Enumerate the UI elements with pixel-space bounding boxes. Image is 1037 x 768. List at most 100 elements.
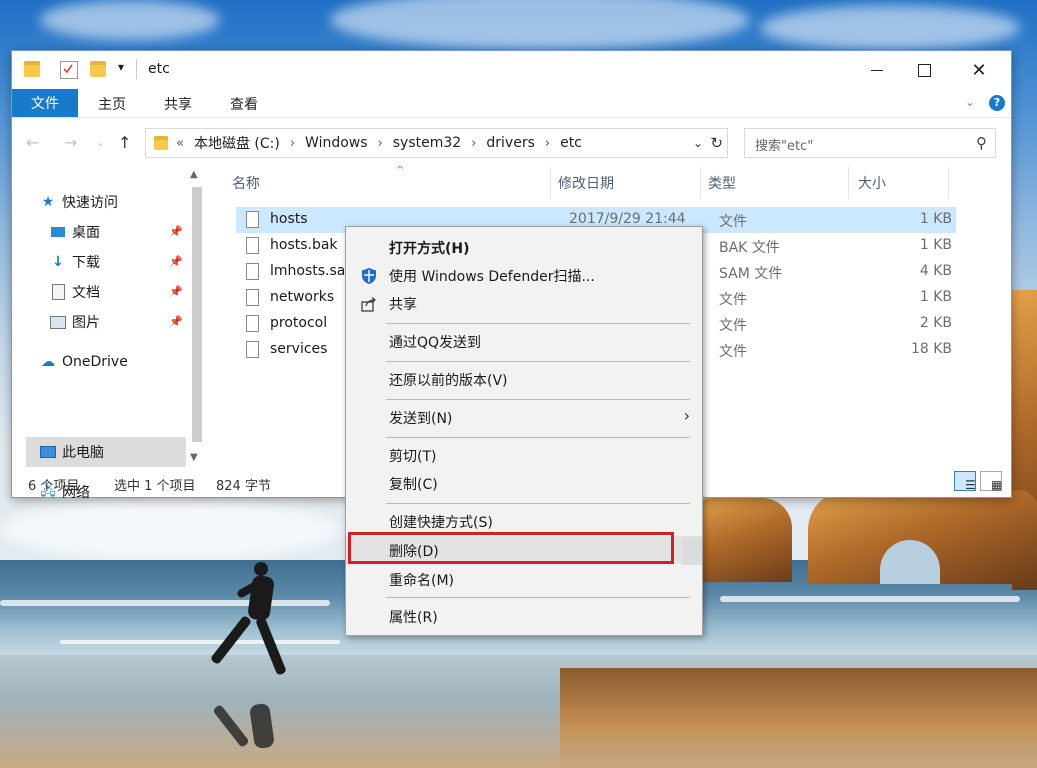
file-type: 文件 — [719, 292, 747, 308]
breadcrumb-separator[interactable]: › — [378, 136, 383, 151]
quick-access-toolbar-dropdown[interactable]: ▾ — [118, 60, 124, 74]
column-divider[interactable] — [848, 167, 849, 199]
file-icon — [246, 341, 259, 358]
column-header-type[interactable]: 类型 — [708, 173, 736, 193]
minimize-button[interactable] — [854, 55, 900, 85]
file-type: 文件 — [719, 318, 747, 334]
file-size: 1 KB — [919, 289, 952, 305]
scroll-up-icon[interactable]: ▲ — [190, 169, 198, 180]
file-size: 2 KB — [919, 315, 952, 331]
file-icon — [246, 237, 259, 254]
help-icon[interactable]: ? — [989, 95, 1005, 111]
scrollbar-thumb[interactable] — [192, 187, 202, 442]
address-bar[interactable]: « 本地磁盘 (C:) › Windows › system32 › drive… — [145, 128, 728, 158]
tab-view[interactable]: 查看 — [230, 94, 258, 114]
menu-item-send-via-qq[interactable]: 通过QQ发送到 — [346, 327, 702, 355]
breadcrumb-separator[interactable]: › — [471, 136, 476, 151]
column-divider[interactable] — [550, 167, 551, 199]
menu-item-restore-previous-versions[interactable]: 还原以前的版本(V) — [346, 365, 702, 393]
pin-icon[interactable]: 📌 — [169, 255, 183, 268]
breadcrumb-local-disk[interactable]: 本地磁盘 (C:) — [194, 133, 280, 153]
tab-file[interactable]: 文件 — [12, 89, 78, 117]
menu-item-label: 重命名(M) — [389, 573, 455, 589]
file-size: 18 KB — [910, 341, 952, 357]
shield-icon — [360, 267, 378, 285]
column-divider[interactable] — [948, 167, 949, 199]
file-icon — [246, 289, 259, 306]
file-type: 文件 — [719, 344, 747, 360]
search-box[interactable]: 搜索"etc" ⚲ — [744, 128, 996, 158]
scroll-down-icon[interactable]: ▼ — [190, 452, 198, 463]
wallpaper-cloud — [760, 5, 1020, 50]
new-folder-icon[interactable] — [90, 61, 106, 77]
file-name: hosts.bak — [270, 237, 338, 253]
breadcrumb-overflow[interactable]: « — [176, 136, 184, 151]
file-size: 1 KB — [919, 211, 952, 227]
title-divider — [136, 59, 137, 79]
nav-item-this-pc[interactable]: 此电脑 — [26, 437, 186, 467]
breadcrumb-windows[interactable]: Windows — [305, 135, 368, 151]
context-menu: 打开方式(H) 使用 Windows Defender扫描... 共享 通过QQ… — [345, 226, 703, 636]
column-divider[interactable] — [700, 167, 701, 199]
refresh-icon[interactable]: ↻ — [710, 134, 723, 152]
menu-separator — [386, 323, 690, 324]
forward-arrow-icon: → — [64, 133, 78, 152]
menu-item-label: 通过QQ发送到 — [389, 335, 482, 351]
file-icon — [246, 211, 259, 228]
minimize-icon — [871, 69, 883, 71]
recent-locations-button[interactable]: ⌄ — [96, 136, 105, 149]
status-selection: 选中 1 个项目 — [114, 479, 196, 494]
chevron-down-icon: ⌄ — [96, 136, 106, 149]
large-icons-view-button[interactable]: ▦ — [980, 471, 1002, 492]
menu-item-send-to[interactable]: 发送到(N) › — [346, 403, 702, 431]
column-header-size[interactable]: 大小 — [858, 173, 886, 193]
menu-item-copy[interactable]: 复制(C) — [346, 469, 702, 497]
folder-icon — [154, 136, 168, 150]
menu-item-share[interactable]: 共享 — [346, 289, 702, 317]
back-button[interactable]: ← — [26, 133, 39, 152]
up-button[interactable]: ↑ — [118, 133, 131, 152]
menu-separator — [386, 361, 690, 362]
menu-item-create-shortcut[interactable]: 创建快捷方式(S) — [346, 507, 702, 535]
nav-item-label: 桌面 — [72, 225, 100, 241]
breadcrumb-drivers[interactable]: drivers — [486, 135, 534, 151]
menu-separator — [386, 399, 690, 400]
menu-item-defender-scan[interactable]: 使用 Windows Defender扫描... — [346, 261, 702, 289]
file-name: networks — [270, 289, 335, 305]
submenu-arrow-icon: › — [683, 406, 690, 425]
delete-highlight-box — [348, 532, 674, 564]
title-bar[interactable]: ▾ etc ✕ — [12, 51, 1011, 89]
menu-item-cut[interactable]: 剪切(T) — [346, 441, 702, 469]
nav-scrollbar[interactable]: ▲ ▼ — [188, 167, 204, 463]
properties-icon[interactable] — [60, 61, 78, 79]
forward-button[interactable]: → — [64, 133, 77, 152]
star-icon: ★ — [41, 194, 55, 210]
breadcrumb-separator[interactable]: › — [290, 136, 295, 151]
column-header-name[interactable]: 名称 — [232, 173, 260, 193]
menu-item-label: 创建快捷方式(S) — [389, 515, 493, 531]
breadcrumb-system32[interactable]: system32 — [393, 135, 461, 151]
menu-item-label: 使用 Windows Defender扫描... — [389, 269, 595, 285]
breadcrumb-separator[interactable]: › — [545, 136, 550, 151]
close-button[interactable]: ✕ — [956, 55, 1002, 85]
breadcrumb-etc[interactable]: etc — [560, 135, 582, 151]
pin-icon[interactable]: 📌 — [169, 225, 183, 238]
expand-ribbon-icon[interactable]: ⌄ — [965, 95, 975, 109]
file-size: 1 KB — [919, 237, 952, 253]
column-header-date[interactable]: 修改日期 — [558, 173, 614, 193]
address-dropdown-icon[interactable]: ⌄ — [693, 136, 703, 150]
tab-share[interactable]: 共享 — [164, 94, 192, 114]
tab-home[interactable]: 主页 — [98, 94, 126, 114]
maximize-button[interactable] — [901, 55, 947, 85]
file-date: 2017/9/29 21:44 — [569, 211, 686, 227]
menu-item-properties[interactable]: 属性(R) — [346, 602, 702, 630]
menu-item-open-with[interactable]: 打开方式(H) — [346, 233, 702, 261]
pin-icon[interactable]: 📌 — [169, 315, 183, 328]
nav-item-label: 此电脑 — [62, 445, 104, 461]
picture-icon — [50, 314, 66, 330]
menu-separator — [386, 597, 690, 598]
pin-icon[interactable]: 📌 — [169, 285, 183, 298]
details-view-icon: ☰ — [965, 478, 976, 492]
details-view-button[interactable]: ☰ — [954, 471, 976, 492]
menu-item-rename[interactable]: 重命名(M) — [346, 565, 702, 593]
